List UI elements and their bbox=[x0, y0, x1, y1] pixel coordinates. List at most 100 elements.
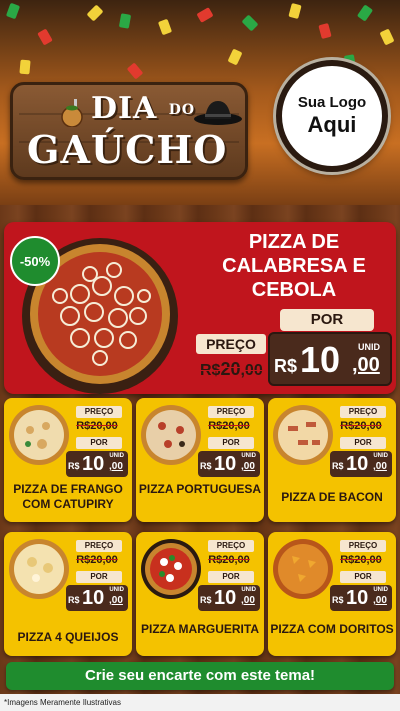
gaucho-hat-icon bbox=[194, 101, 242, 125]
confetti bbox=[318, 22, 332, 40]
product-name: PIZZA DE BACON bbox=[281, 490, 383, 504]
preco-label: PREÇO bbox=[76, 540, 122, 552]
price-decimal: ,00 bbox=[373, 461, 387, 472]
por-label: POR bbox=[208, 571, 254, 583]
featured-preco-label: PREÇO bbox=[196, 334, 266, 354]
confetti bbox=[5, 2, 21, 20]
unit-label: UNID bbox=[241, 453, 256, 459]
price-box: UNID R$ 10 ,00 bbox=[66, 585, 128, 611]
disclaimer-text: *Imagens Meramente Ilustrativas bbox=[0, 694, 400, 711]
price-integer: 10 bbox=[82, 587, 105, 609]
product-card: PREÇO R$20,00 POR UNID R$ 10 ,00 PIZZA D… bbox=[4, 398, 132, 522]
chimarrao-gourd-icon bbox=[61, 99, 83, 127]
unit-label: UNID bbox=[109, 587, 124, 593]
product-card: PREÇO R$20,00 POR UNID R$ 10 ,00 PIZZA 4… bbox=[4, 532, 132, 656]
product-card: PREÇO R$20,00 POR UNID R$ 10 ,00 PIZZA C… bbox=[268, 532, 396, 656]
logo-title-line2: GAÚCHO bbox=[27, 127, 228, 172]
price-decimal: ,00 bbox=[241, 461, 255, 472]
por-label: POR bbox=[76, 437, 122, 449]
featured-old-price: R$20,00 bbox=[200, 359, 263, 379]
price-decimal: ,00 bbox=[373, 595, 387, 606]
currency-symbol: R$ bbox=[68, 461, 80, 471]
preco-label: PREÇO bbox=[208, 540, 254, 552]
header-banner: DIA DO GAÚCHO Sua Logo Aqui bbox=[0, 0, 400, 205]
old-price: R$20,00 bbox=[76, 554, 118, 566]
pizza-frango-image bbox=[9, 405, 69, 465]
old-price: R$20,00 bbox=[208, 554, 250, 566]
unit-label: UNID bbox=[109, 453, 124, 459]
price-box: UNID R$ 10 ,00 bbox=[198, 585, 260, 611]
pizza-bacon-image bbox=[273, 405, 333, 465]
event-logo: DIA DO GAÚCHO bbox=[10, 82, 248, 180]
price-integer: 10 bbox=[346, 587, 369, 609]
por-label: POR bbox=[340, 437, 386, 449]
currency-symbol: R$ bbox=[200, 595, 212, 605]
currency-symbol: R$ bbox=[200, 461, 212, 471]
old-price: R$20,00 bbox=[208, 420, 250, 432]
price-box: UNID R$ 10 ,00 bbox=[330, 451, 392, 477]
price-integer: 10 bbox=[214, 587, 237, 609]
confetti bbox=[118, 13, 132, 29]
unit-label: UNID bbox=[373, 453, 388, 459]
por-label: POR bbox=[76, 571, 122, 583]
confetti bbox=[227, 48, 243, 66]
product-name: PIZZA MARGUERITA bbox=[141, 622, 259, 636]
confetti bbox=[379, 28, 395, 46]
confetti bbox=[86, 4, 104, 22]
pizza-doritos-image bbox=[273, 539, 333, 599]
confetti bbox=[196, 7, 214, 23]
price-decimal: ,00 bbox=[352, 354, 380, 376]
unit-label: UNID bbox=[241, 587, 256, 593]
pizza-portuguesa-image bbox=[141, 405, 201, 465]
price-integer: 10 bbox=[82, 453, 105, 475]
discount-badge: -50% bbox=[10, 236, 60, 286]
featured-title: PIZZA DE CALABRESA E CEBOLA bbox=[222, 231, 366, 301]
featured-price: UNID R$ 10 ,00 bbox=[268, 332, 392, 386]
currency-symbol: R$ bbox=[274, 356, 298, 376]
price-box: UNID R$ 10 ,00 bbox=[66, 451, 128, 477]
confetti bbox=[37, 28, 53, 46]
unit-label: UNID bbox=[373, 587, 388, 593]
price-box: UNID R$ 10 ,00 bbox=[330, 585, 392, 611]
brand-logo-placeholder: Sua Logo Aqui bbox=[276, 60, 388, 172]
pizza-4-queijos-image bbox=[9, 539, 69, 599]
confetti bbox=[356, 4, 374, 22]
preco-label: PREÇO bbox=[340, 540, 386, 552]
confetti bbox=[241, 14, 259, 32]
product-name: PIZZA COM DORITOS bbox=[270, 622, 394, 636]
preco-label: PREÇO bbox=[76, 406, 122, 418]
old-price: R$20,00 bbox=[340, 554, 382, 566]
confetti bbox=[19, 59, 31, 75]
pizza-marguerita-image bbox=[141, 539, 201, 599]
unit-label: UNID bbox=[358, 342, 380, 352]
price-integer: 10 bbox=[346, 453, 369, 475]
currency-symbol: R$ bbox=[68, 595, 80, 605]
product-name: PIZZA 4 QUEIJOS bbox=[17, 630, 119, 644]
price-box: UNID R$ 10 ,00 bbox=[198, 451, 260, 477]
confetti bbox=[288, 2, 302, 20]
brand-line2: Aqui bbox=[307, 112, 357, 137]
featured-por-label: POR bbox=[280, 309, 374, 331]
create-flyer-button[interactable]: Crie seu encarte com este tema! bbox=[6, 662, 394, 690]
brand-line1: Sua Logo bbox=[297, 94, 367, 111]
currency-symbol: R$ bbox=[332, 595, 344, 605]
product-name: PIZZA PORTUGUESA bbox=[138, 482, 262, 496]
confetti bbox=[157, 18, 173, 36]
price-integer: 10 bbox=[214, 453, 237, 475]
confetti bbox=[126, 62, 144, 80]
price-decimal: ,00 bbox=[109, 461, 123, 472]
product-name: PIZZA DE FRANGO COM CATUPIRY bbox=[13, 482, 123, 511]
old-price: R$20,00 bbox=[340, 420, 382, 432]
logo-title-line1: DIA DO bbox=[91, 91, 196, 126]
product-card: PREÇO R$20,00 POR UNID R$ 10 ,00 PIZZA M… bbox=[136, 532, 264, 656]
product-card: PREÇO R$20,00 POR UNID R$ 10 ,00 PIZZA D… bbox=[268, 398, 396, 522]
preco-label: PREÇO bbox=[208, 406, 254, 418]
preco-label: PREÇO bbox=[340, 406, 386, 418]
price-integer: 10 bbox=[300, 339, 341, 380]
por-label: POR bbox=[208, 437, 254, 449]
old-price: R$20,00 bbox=[76, 420, 118, 432]
price-decimal: ,00 bbox=[109, 595, 123, 606]
currency-symbol: R$ bbox=[332, 461, 344, 471]
por-label: POR bbox=[340, 571, 386, 583]
price-decimal: ,00 bbox=[241, 595, 255, 606]
